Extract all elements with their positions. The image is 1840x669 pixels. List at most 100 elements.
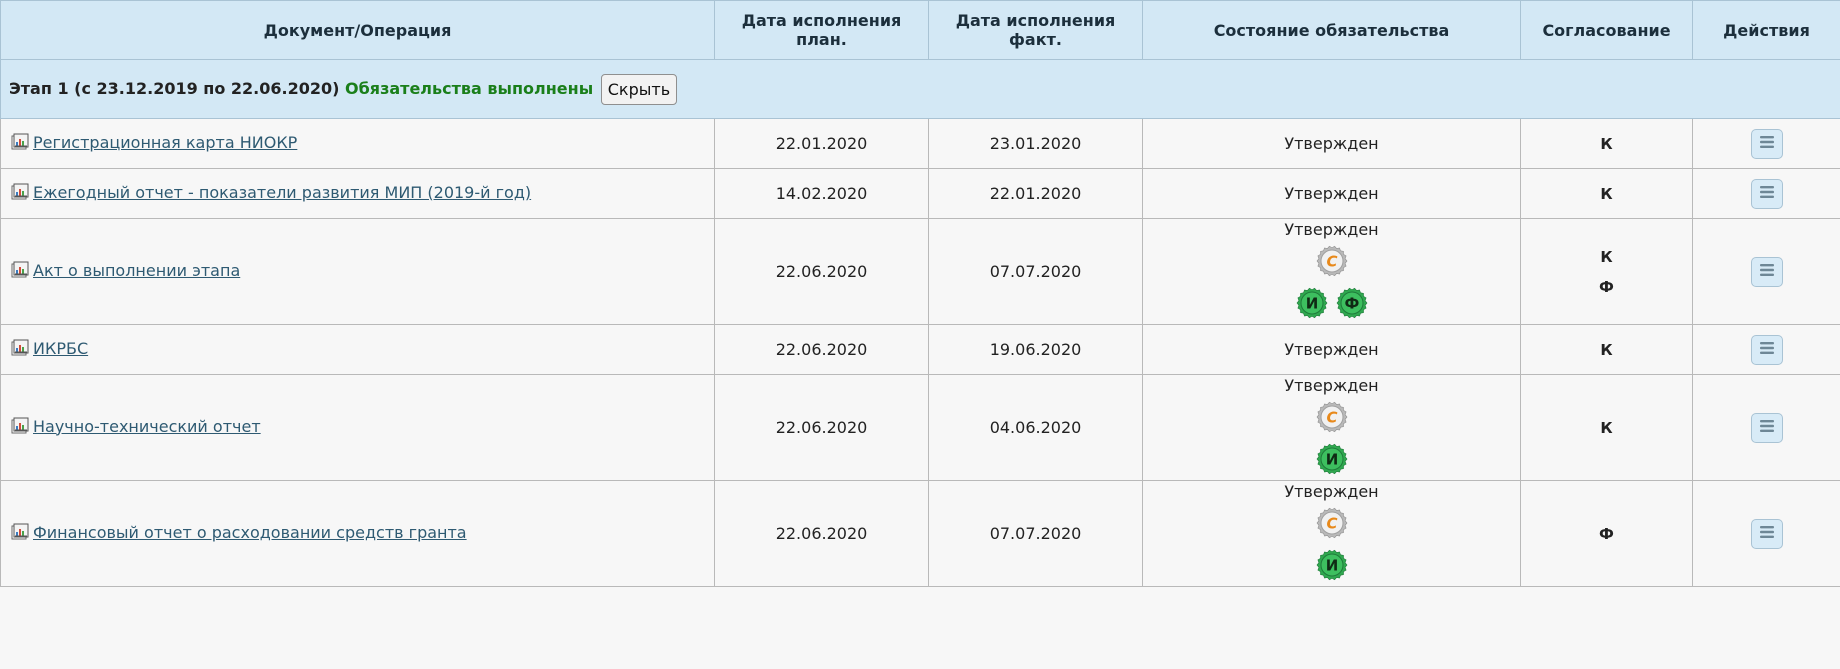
state-cell: Утвержден С И [1142, 480, 1521, 587]
state-cell: Утвержден [1142, 168, 1521, 219]
document-cell: Акт о выполнении этапа [0, 218, 715, 325]
green-seal-icon: И [1296, 287, 1328, 323]
table-row: Акт о выполнении этапа 22.06.2020 07.07.20… [0, 218, 1840, 325]
column-header-plan-date: Дата исполнения план. [714, 0, 929, 60]
seal-row: С [1143, 245, 1520, 281]
seal-row: И [1143, 549, 1520, 585]
table-header-row: Документ/Операция Дата исполнения план. … [0, 0, 1840, 60]
stage-cell: Этап 1 (с 23.12.2019 по 22.06.2020) Обяз… [0, 59, 1840, 119]
seal-letter: Ф [1344, 295, 1359, 313]
table-row: Финансовый отчет о расходовании средств … [0, 480, 1840, 587]
silver-seal-s-icon: С [1316, 507, 1348, 543]
agreement-mark: К [1600, 247, 1613, 266]
plan-date-cell: 14.02.2020 [714, 168, 929, 219]
plan-date-cell: 22.06.2020 [714, 218, 929, 325]
agreement-cell: К [1520, 324, 1693, 375]
actions-menu-button[interactable] [1750, 178, 1783, 209]
fact-date-cell: 19.06.2020 [928, 324, 1143, 375]
fact-date-cell: 07.07.2020 [928, 480, 1143, 587]
plan-date-cell: 22.06.2020 [714, 480, 929, 587]
actions-menu-button[interactable] [1750, 412, 1783, 443]
actions-menu-button[interactable] [1750, 256, 1783, 287]
column-header-actions: Действия [1692, 0, 1840, 60]
seal-row: С [1143, 507, 1520, 543]
hamburger-menu-icon [1759, 340, 1775, 359]
document-cell: Финансовый отчет о расходовании средств … [0, 480, 715, 587]
stage-status: Обязательства выполнены [345, 78, 594, 98]
document-cell: Научно-технический отчет [0, 374, 715, 481]
green-seal-icon: И [1316, 443, 1348, 479]
actions-cell [1692, 168, 1840, 219]
green-seal-icon: Ф [1336, 287, 1368, 323]
agreement-cell: КФ [1520, 218, 1693, 325]
state-text: Утвержден [1284, 184, 1379, 203]
agreement-mark: К [1600, 340, 1613, 359]
state-text: Утвержден [1284, 376, 1379, 395]
state-text: Утвержден [1284, 340, 1379, 359]
fact-date-cell: 04.06.2020 [928, 374, 1143, 481]
document-link[interactable]: ИКРБС [33, 339, 88, 358]
agreement-mark: К [1600, 184, 1613, 203]
state-cell: Утвержден С И Ф [1142, 218, 1521, 325]
silver-seal-s-icon: С [1316, 245, 1348, 281]
actions-cell [1692, 374, 1840, 481]
obligations-table: Документ/Операция Дата исполнения план. … [0, 0, 1840, 587]
table-row: Ежегодный отчет - показатели развития МИ… [0, 168, 1840, 219]
plan-date-cell: 22.01.2020 [714, 118, 929, 169]
document-chart-icon [11, 339, 29, 361]
column-header-fact-date: Дата исполнения факт. [928, 0, 1143, 60]
seal-letter: И [1305, 295, 1318, 313]
seal-row: С [1143, 401, 1520, 437]
column-header-agreement: Согласование [1520, 0, 1693, 60]
hamburger-menu-icon [1759, 184, 1775, 203]
document-chart-icon [11, 261, 29, 283]
document-link[interactable]: Регистрационная карта НИОКР [33, 133, 297, 152]
plan-date-cell: 22.06.2020 [714, 374, 929, 481]
seal-letter: С [1326, 253, 1337, 271]
seal-letter: И [1325, 557, 1338, 575]
actions-cell [1692, 218, 1840, 325]
document-link[interactable]: Финансовый отчет о расходовании средств … [33, 523, 467, 542]
fact-date-cell: 07.07.2020 [928, 218, 1143, 325]
silver-seal-s-icon: С [1316, 401, 1348, 437]
actions-menu-button[interactable] [1750, 334, 1783, 365]
green-seal-icon: И [1316, 549, 1348, 585]
seal-row: ИФ [1143, 287, 1520, 323]
actions-menu-button[interactable] [1750, 128, 1783, 159]
agreement-cell: Ф [1520, 480, 1693, 587]
actions-cell [1692, 480, 1840, 587]
table-row: Научно-технический отчет 22.06.2020 04.06.… [0, 374, 1840, 481]
state-cell: Утвержден [1142, 118, 1521, 169]
document-link[interactable]: Научно-технический отчет [33, 417, 261, 436]
hide-stage-button[interactable]: Скрыть [600, 73, 678, 105]
column-header-document: Документ/Операция [0, 0, 715, 60]
seal-row: И [1143, 443, 1520, 479]
table-row: ИКРБС 22.06.2020 19.06.2020 Утвержден К [0, 324, 1840, 375]
state-text: Утвержден [1284, 220, 1379, 239]
state-text: Утвержден [1284, 482, 1379, 501]
state-cell: Утвержден С И [1142, 374, 1521, 481]
agreement-cell: К [1520, 374, 1693, 481]
agreement-mark: К [1600, 134, 1613, 153]
seal-letter: С [1326, 409, 1337, 427]
state-cell: Утвержден [1142, 324, 1521, 375]
actions-menu-button[interactable] [1750, 518, 1783, 549]
fact-date-cell: 22.01.2020 [928, 168, 1143, 219]
document-link[interactable]: Ежегодный отчет - показатели развития МИ… [33, 183, 531, 202]
document-cell: Ежегодный отчет - показатели развития МИ… [0, 168, 715, 219]
actions-cell [1692, 118, 1840, 169]
seal-letter: С [1326, 515, 1337, 533]
stage-title: Этап 1 (с 23.12.2019 по 22.06.2020) [9, 78, 340, 98]
agreement-mark: К [1600, 418, 1613, 437]
document-link[interactable]: Акт о выполнении этапа [33, 261, 240, 280]
table-row: Регистрационная карта НИОКР 22.01.2020 23.… [0, 118, 1840, 169]
document-chart-icon [11, 417, 29, 439]
hamburger-menu-icon [1759, 524, 1775, 543]
fact-date-cell: 23.01.2020 [928, 118, 1143, 169]
column-header-state: Состояние обязательства [1142, 0, 1521, 60]
document-chart-icon [11, 133, 29, 155]
document-cell: Регистрационная карта НИОКР [0, 118, 715, 169]
actions-cell [1692, 324, 1840, 375]
agreement-mark: Ф [1599, 524, 1614, 543]
agreement-cell: К [1520, 168, 1693, 219]
